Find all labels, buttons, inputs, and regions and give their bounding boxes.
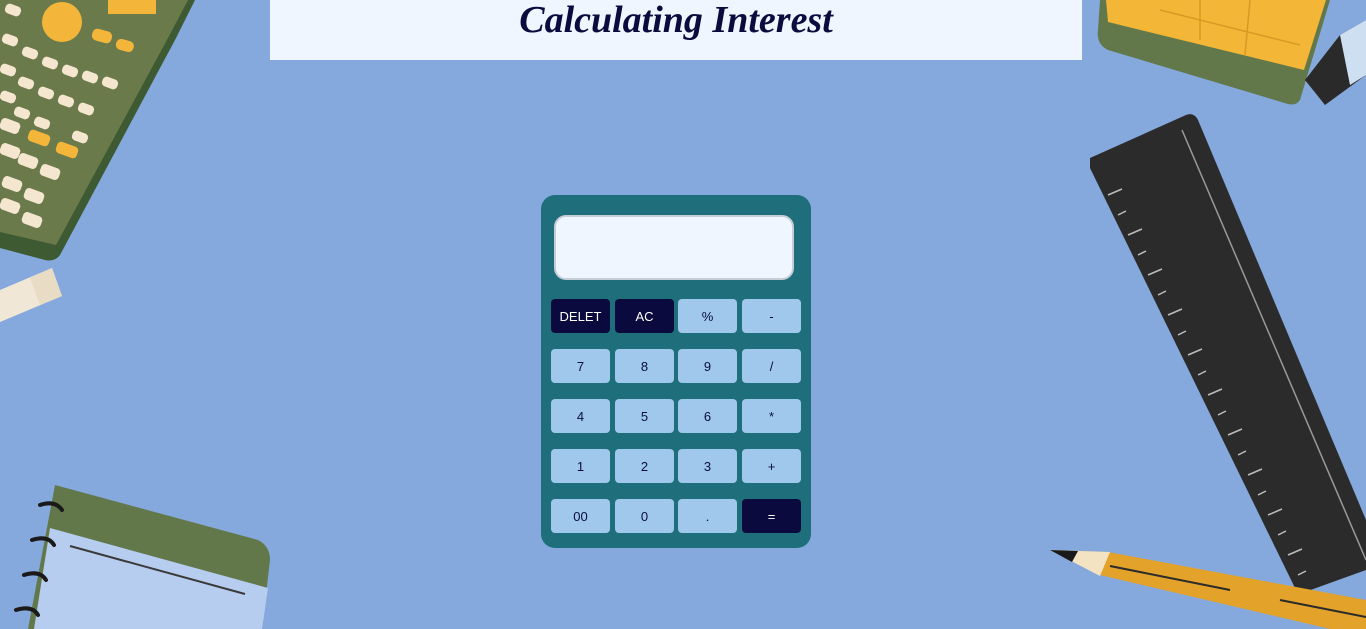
digit-3-button[interactable]: 3	[678, 449, 737, 483]
page-title: Calculating Interest	[519, 0, 833, 41]
ruler-illustration	[1090, 114, 1366, 593]
digit-5-button[interactable]: 5	[615, 399, 674, 433]
double-zero-button[interactable]: 00	[551, 499, 610, 533]
calculator-panel: DELET AC % - 7 8 9 / 4 5 6 * 1 2 3 + 00 …	[541, 195, 811, 548]
percent-button[interactable]: %	[678, 299, 737, 333]
digit-4-button[interactable]: 4	[551, 399, 610, 433]
notebook-illustration	[14, 485, 270, 629]
eraser-illustration	[0, 268, 62, 322]
delete-button[interactable]: DELET	[551, 299, 610, 333]
decimal-button[interactable]: .	[678, 499, 737, 533]
subtract-button[interactable]: -	[742, 299, 801, 333]
digit-0-button[interactable]: 0	[615, 499, 674, 533]
digit-1-button[interactable]: 1	[551, 449, 610, 483]
calculator-display[interactable]	[554, 215, 794, 280]
digit-7-button[interactable]: 7	[551, 349, 610, 383]
calculator-illustration	[0, 0, 195, 261]
book-illustration	[1097, 0, 1366, 105]
divide-button[interactable]: /	[742, 349, 801, 383]
digit-8-button[interactable]: 8	[615, 349, 674, 383]
digit-9-button[interactable]: 9	[678, 349, 737, 383]
equals-button[interactable]: =	[742, 499, 801, 533]
title-bar: Calculating Interest	[270, 0, 1082, 60]
digit-6-button[interactable]: 6	[678, 399, 737, 433]
multiply-button[interactable]: *	[742, 399, 801, 433]
digit-2-button[interactable]: 2	[615, 449, 674, 483]
clear-all-button[interactable]: AC	[615, 299, 674, 333]
add-button[interactable]: +	[742, 449, 801, 483]
